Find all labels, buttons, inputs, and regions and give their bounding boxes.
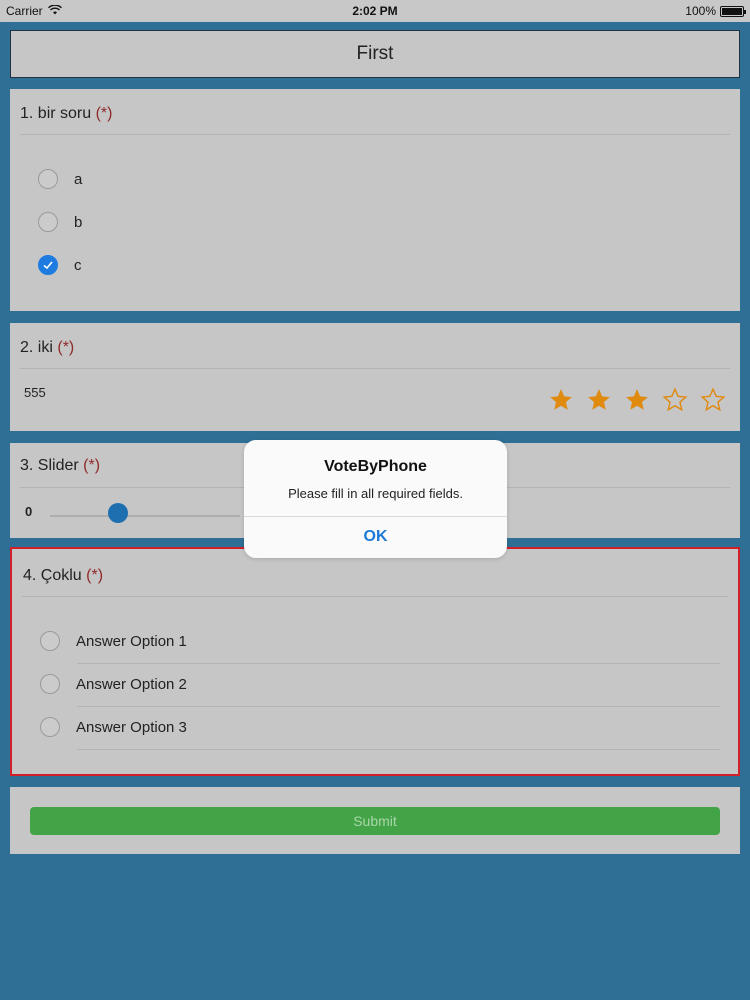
alert-title: VoteByPhone — [324, 458, 427, 475]
alert-message: Please fill in all required fields. — [288, 486, 463, 501]
ok-button[interactable]: OK — [244, 516, 507, 558]
alert-dialog: VoteByPhone Please fill in all required … — [244, 440, 507, 558]
